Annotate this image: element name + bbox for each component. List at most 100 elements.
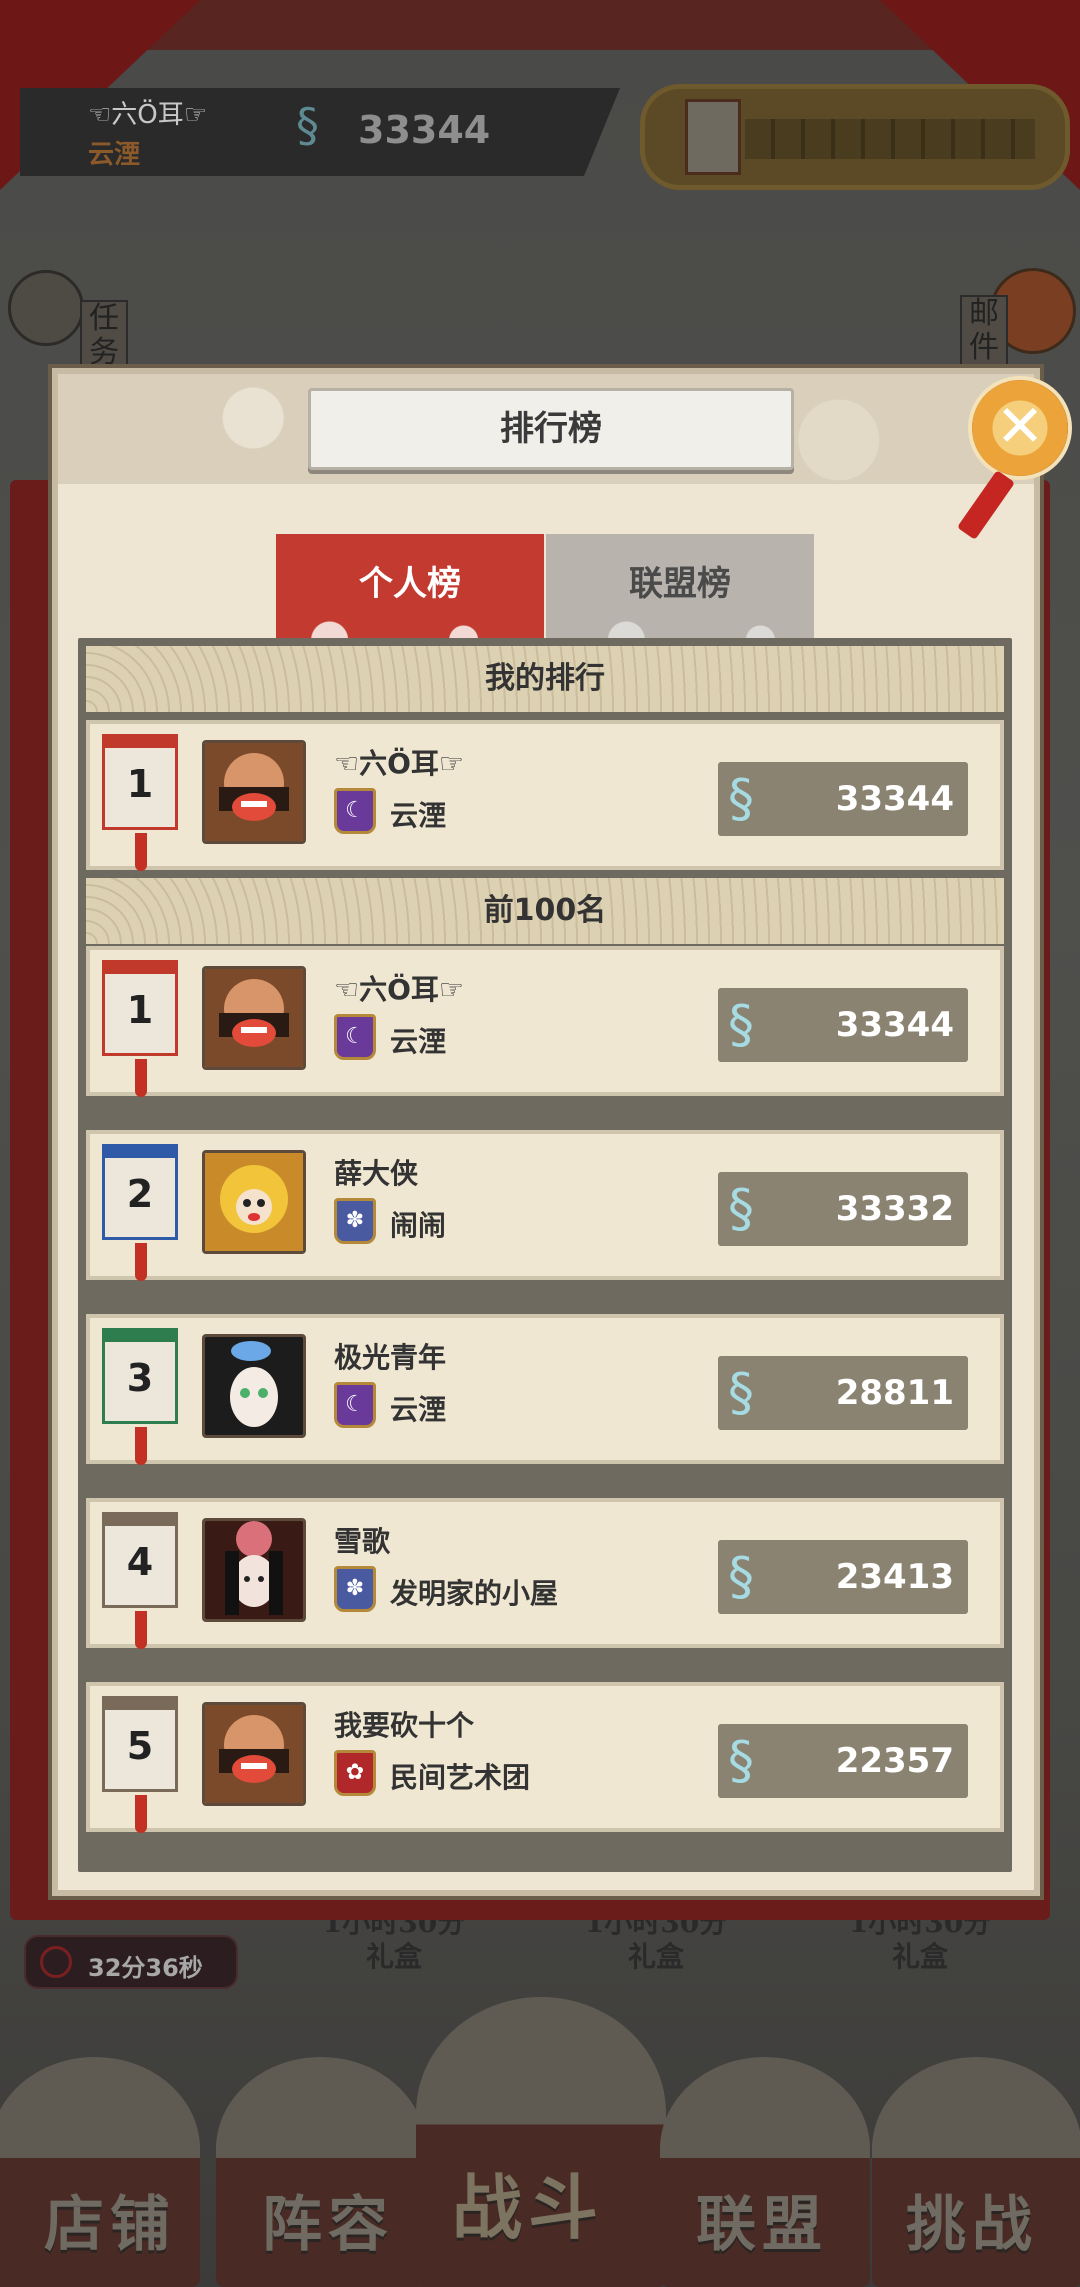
ranking-list[interactable]: 我的排行 1 ☜六Ö耳☞ ☾ 云湮 § 33344 前100名 1 ☜六Ö耳☞ … [78, 638, 1012, 1872]
player-name: ☜六Ö耳☞ [334, 973, 465, 1006]
score-value: 33332 [835, 1189, 954, 1229]
ranking-modal: 排行榜 个人榜 联盟榜 我的排行 1 ☜六Ö耳☞ ☾ 云湮 § 33344 前1… [52, 368, 1040, 1896]
rank-number: 1 [126, 762, 154, 806]
tassel-icon [135, 1795, 147, 1833]
ranking-row[interactable]: 5 我要砍十个 ✿ 民间艺术团 § 22357 [86, 1682, 1004, 1833]
avatar[interactable] [202, 966, 306, 1070]
paw-emblem-icon: ✽ [334, 1198, 376, 1244]
rank-number: 3 [126, 1356, 154, 1400]
score-value: 28811 [835, 1373, 954, 1413]
rank-badge: 1 [102, 960, 178, 1097]
moon-emblem-icon: ☾ [334, 788, 376, 834]
currency-value: 33344 [358, 108, 491, 152]
guild-name: 云湮 [390, 1393, 447, 1426]
gift-label: 礼盒 [891, 1940, 948, 1973]
avatar[interactable] [202, 1518, 306, 1622]
player-name: ☜六Ö耳☞ [88, 100, 208, 130]
rank-number: 5 [126, 1724, 154, 1768]
task-button[interactable]: 任务 [8, 270, 128, 372]
tassel-icon [135, 1427, 147, 1465]
rank-number: 4 [126, 1540, 154, 1584]
rank-number: 2 [126, 1172, 154, 1216]
score-box: § 33344 [718, 762, 968, 836]
guild-name: 云湮 [390, 1025, 447, 1058]
rank-badge: 5 [102, 1696, 178, 1833]
tab-personal-label: 个人榜 [359, 564, 461, 604]
seahorse-icon: § [728, 1179, 754, 1239]
badge-top [102, 960, 178, 974]
score-box: § 33344 [718, 988, 968, 1062]
avatar[interactable] [202, 1334, 306, 1438]
badge-top [102, 734, 178, 748]
player-name: 雪歌 [334, 1525, 391, 1558]
score-value: 33344 [835, 1005, 954, 1045]
card-icon [685, 99, 741, 175]
nav-shop-label[interactable]: 店铺 [44, 2176, 176, 2263]
seahorse-icon: § [728, 769, 754, 829]
badge-top [102, 1328, 178, 1342]
ranking-row[interactable]: 4 雪歌 ✽ 发明家的小屋 § 23413 [86, 1498, 1004, 1649]
tassel-icon [135, 1059, 147, 1097]
my-rank-header: 我的排行 [86, 646, 1004, 712]
guild-name: 闹闹 [390, 1209, 447, 1242]
mail-label: 邮件 [960, 295, 1008, 367]
player-name: 我要砍十个 [334, 1709, 475, 1742]
score-box: § 23413 [718, 1540, 968, 1614]
nav-lineup-label[interactable]: 阵容 [262, 2176, 394, 2263]
nav-battle-label[interactable]: 战斗 [452, 2152, 604, 2253]
ranking-row[interactable]: 1 ☜六Ö耳☞ ☾ 云湮 § 33344 [86, 946, 1004, 1097]
seahorse-icon: § [728, 1731, 754, 1791]
modal-title: 排行榜 [500, 409, 602, 449]
tassel-icon [135, 833, 147, 871]
task-icon [8, 270, 84, 346]
task-progress-panel[interactable] [640, 84, 1070, 190]
clock-icon [40, 1946, 72, 1978]
guild-name: 发明家的小屋 [390, 1577, 559, 1610]
player-name: 薛大侠 [334, 1157, 419, 1190]
ranking-row[interactable]: 2 薛大侠 ✽ 闹闹 § 33332 [86, 1130, 1004, 1281]
progress-slots [745, 119, 1035, 159]
cloud-decor [276, 620, 544, 640]
rank-number: 1 [126, 988, 154, 1032]
ranking-row[interactable]: 3 极光青年 ☾ 云湮 § 28811 [86, 1314, 1004, 1465]
nav-alliance-label[interactable]: 联盟 [696, 2176, 828, 2263]
moon-emblem-icon: ☾ [334, 1382, 376, 1428]
score-value: 23413 [835, 1557, 954, 1597]
moon-emblem-icon: ☾ [334, 1014, 376, 1060]
cloud-decor [546, 620, 814, 640]
rank-badge: 4 [102, 1512, 178, 1649]
seahorse-icon: § [296, 98, 319, 152]
player-name: 极光青年 [334, 1341, 447, 1374]
avatar[interactable] [202, 740, 306, 844]
score-value: 33344 [835, 779, 954, 819]
tassel-icon [135, 1611, 147, 1649]
timer-text: 32分36秒 [88, 1954, 203, 1982]
guild-name: 云湮 [390, 799, 447, 832]
score-box: § 33332 [718, 1172, 968, 1246]
my-rank-row[interactable]: 1 ☜六Ö耳☞ ☾ 云湮 § 33344 [86, 720, 1004, 871]
seahorse-icon: § [728, 1547, 754, 1607]
seahorse-icon: § [728, 1363, 754, 1423]
badge-top [102, 1696, 178, 1710]
gift-label: 礼盒 [627, 1940, 684, 1973]
score-box: § 28811 [718, 1356, 968, 1430]
task-label: 任务 [80, 300, 128, 372]
tab-personal[interactable]: 个人榜 [276, 534, 544, 640]
tassel-icon [135, 1243, 147, 1281]
nav-challenge-label[interactable]: 挑战 [906, 2176, 1038, 2263]
modal-header: 排行榜 [58, 374, 1034, 484]
top100-header: 前100名 [86, 878, 1004, 944]
countdown-timer: 32分36秒 [24, 1935, 238, 1989]
tab-alliance-label: 联盟榜 [629, 564, 731, 604]
badge-top [102, 1512, 178, 1526]
score-value: 22357 [835, 1741, 954, 1781]
avatar[interactable] [202, 1702, 306, 1806]
avatar[interactable] [202, 1150, 306, 1254]
tab-alliance[interactable]: 联盟榜 [546, 534, 814, 640]
rank-badge: 1 [102, 734, 178, 871]
seahorse-icon: § [728, 995, 754, 1055]
rank-badge: 2 [102, 1144, 178, 1281]
close-button[interactable]: ✕ [972, 380, 1068, 476]
paw-emblem-icon: ✽ [334, 1566, 376, 1612]
gift-label: 礼盒 [365, 1940, 422, 1973]
